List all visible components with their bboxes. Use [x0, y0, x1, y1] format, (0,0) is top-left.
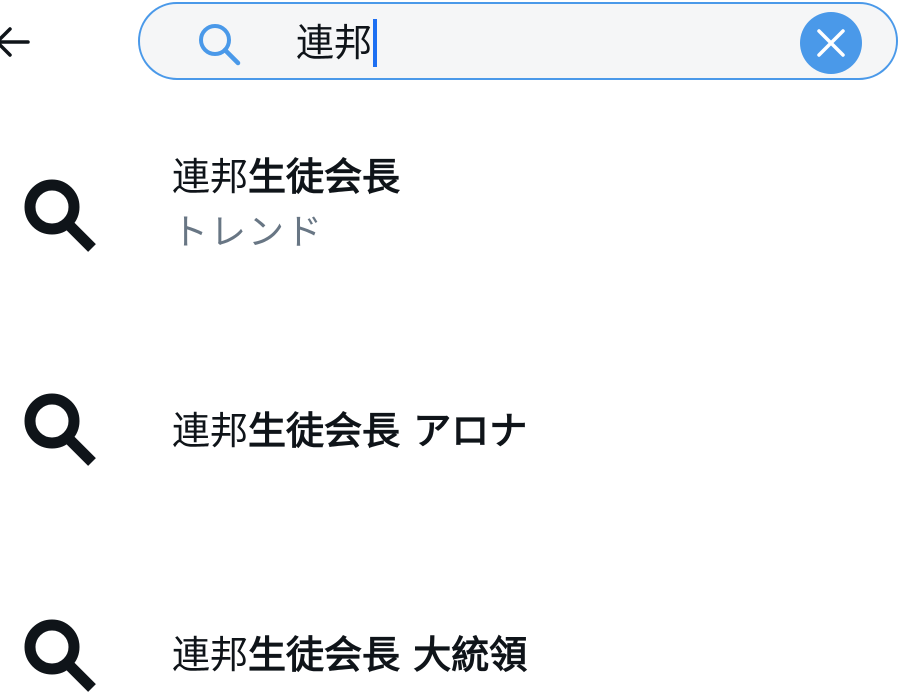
- suggestion-typed-part: 連邦: [172, 409, 249, 453]
- suggestion-text: 連邦生徒会長 大統領: [172, 630, 527, 680]
- suggestion-subtitle: トレンド: [172, 212, 325, 253]
- search-suggestions-page: 連邦 連邦生徒会長 トレンド 連邦生徒会長 アロナ 連邦生徒会長 大統領: [0, 0, 924, 698]
- suggestion-item[interactable]: 連邦生徒会長 大統領: [0, 598, 924, 698]
- search-icon: [16, 386, 102, 472]
- search-icon: [16, 172, 102, 258]
- suggestion-completion: 生徒会長 大統領: [248, 633, 528, 677]
- suggestion-query: 連邦生徒会長 アロナ: [172, 406, 527, 456]
- search-input-value: 連邦: [296, 21, 373, 65]
- search-icon: [196, 21, 242, 67]
- suggestion-text: 連邦生徒会長 アロナ: [172, 406, 527, 456]
- arrow-left-icon: [0, 20, 34, 64]
- suggestion-typed-part: 連邦: [172, 155, 249, 199]
- suggestion-item[interactable]: 連邦生徒会長 アロナ: [0, 370, 924, 480]
- suggestion-completion: 生徒会長: [248, 155, 401, 199]
- suggestion-item[interactable]: 連邦生徒会長 トレンド: [0, 150, 924, 260]
- clear-search-button[interactable]: [800, 12, 862, 74]
- suggestion-completion: 生徒会長 アロナ: [248, 409, 528, 453]
- search-icon: [16, 612, 102, 698]
- suggestion-text: 連邦生徒会長 トレンド: [172, 152, 400, 258]
- suggestion-query: 連邦生徒会長: [172, 152, 400, 202]
- text-caret: [373, 19, 378, 67]
- back-button[interactable]: [0, 20, 34, 64]
- suggestion-query: 連邦生徒会長 大統領: [172, 630, 527, 680]
- search-input[interactable]: 連邦: [296, 16, 776, 70]
- search-bar[interactable]: 連邦: [138, 2, 898, 80]
- suggestion-typed-part: 連邦: [172, 633, 249, 677]
